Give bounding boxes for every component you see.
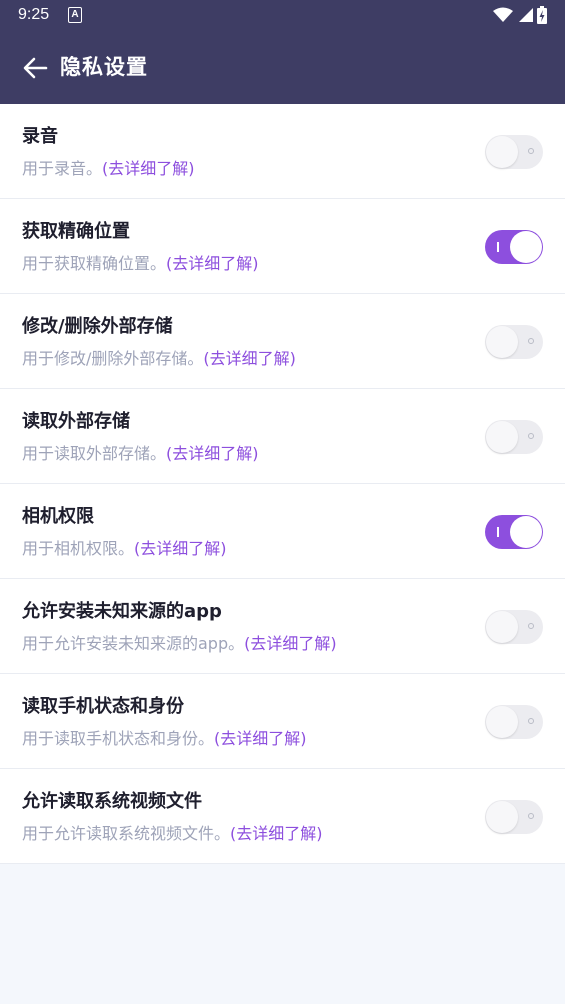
toggle-off-mark <box>528 433 534 439</box>
permission-row: 读取外部存储用于读取外部存储。(去详细了解) <box>0 389 565 484</box>
learn-more-link[interactable]: (去详细了解) <box>166 254 259 273</box>
permission-toggle[interactable] <box>485 705 543 739</box>
toggle-off-mark <box>528 148 534 154</box>
toggle-knob <box>510 516 542 548</box>
permission-description: 用于允许读取系统视频文件。(去详细了解) <box>22 822 323 846</box>
permission-description: 用于录音。(去详细了解) <box>22 157 195 181</box>
permission-title: 相机权限 <box>22 506 94 527</box>
permission-title: 读取手机状态和身份 <box>22 696 184 717</box>
permission-description: 用于读取手机状态和身份。(去详细了解) <box>22 727 307 751</box>
learn-more-link[interactable]: (去详细了解) <box>102 159 195 178</box>
learn-more-link[interactable]: (去详细了解) <box>134 539 227 558</box>
permission-row: 允许安装未知来源的app 用于允许安装未知来源的app。(去详细了解) <box>0 579 565 674</box>
toggle-knob <box>486 136 518 168</box>
notification-a-icon: A <box>68 7 82 23</box>
toggle-off-mark <box>528 338 534 344</box>
permission-description: 用于获取精确位置。(去详细了解) <box>22 252 259 276</box>
wifi-icon <box>493 7 513 22</box>
learn-more-link[interactable]: (去详细了解) <box>244 634 337 653</box>
permission-description-text: 用于读取外部存储。 <box>22 444 167 463</box>
toggle-knob <box>486 611 518 643</box>
learn-more-link[interactable]: (去详细了解) <box>203 349 296 368</box>
toggle-knob <box>510 231 542 263</box>
toggle-knob <box>486 421 518 453</box>
permission-list: 录音 用于录音。(去详细了解) 获取精确位置 用于获取精确位置。(去详细了解) 修改/删… <box>0 104 565 864</box>
permission-description-text: 用于修改/删除外部存储。 <box>22 349 204 368</box>
permission-toggle[interactable] <box>485 325 543 359</box>
permission-description-text: 用于相机权限。 <box>22 539 135 558</box>
status-time: 9:25 <box>18 6 50 23</box>
permission-row: 录音用于录音。(去详细了解) <box>0 104 565 199</box>
permission-toggle[interactable] <box>485 135 543 169</box>
signal-icon <box>519 8 533 22</box>
toggle-knob <box>486 801 518 833</box>
toggle-knob <box>486 706 518 738</box>
page-title: 隐私设置 <box>60 55 148 79</box>
battery-icon <box>537 6 547 24</box>
permission-description: 用于修改/删除外部存储。(去详细了解) <box>22 347 296 371</box>
permission-row: 读取手机状态和身份用于读取手机状态和身份。(去详细了解) <box>0 674 565 769</box>
toggle-off-mark <box>528 813 534 819</box>
permission-title: 获取精确位置 <box>22 221 130 242</box>
permission-description: 用于读取外部存储。(去详细了解) <box>22 442 259 466</box>
permission-description: 用于允许安装未知来源的app。(去详细了解) <box>22 632 337 656</box>
permission-toggle[interactable] <box>485 515 543 549</box>
permission-row: 相机权限用于相机权限。(去详细了解) <box>0 484 565 579</box>
learn-more-link[interactable]: (去详细了解) <box>214 729 307 748</box>
toggle-on-mark <box>497 242 499 252</box>
permission-row: 获取精确位置用于获取精确位置。(去详细了解) <box>0 199 565 294</box>
permission-description-text: 用于读取手机状态和身份。 <box>22 729 215 748</box>
permission-description: 用于相机权限。(去详细了解) <box>22 537 227 561</box>
permission-title: 允许安装未知来源的app <box>22 601 222 622</box>
permission-title: 修改/删除外部存储 <box>22 316 173 337</box>
learn-more-link[interactable]: (去详细了解) <box>166 444 259 463</box>
permission-toggle[interactable] <box>485 420 543 454</box>
app-bar: 隐私设置 <box>0 32 565 104</box>
permission-toggle[interactable] <box>485 230 543 264</box>
permission-description-text: 用于允许读取系统视频文件。 <box>22 824 231 843</box>
toggle-off-mark <box>528 623 534 629</box>
toggle-on-mark <box>497 527 499 537</box>
permission-description-text: 用于允许安装未知来源的app。 <box>22 634 245 653</box>
permission-description-text: 用于录音。 <box>22 159 103 178</box>
permission-row: 修改/删除外部存储用于修改/删除外部存储。(去详细了解) <box>0 294 565 389</box>
toggle-knob <box>486 326 518 358</box>
arrow-left-icon[interactable] <box>22 56 48 80</box>
permission-title: 允许读取系统视频文件 <box>22 791 202 812</box>
status-icons <box>493 6 547 24</box>
toggle-off-mark <box>528 718 534 724</box>
permission-toggle[interactable] <box>485 610 543 644</box>
permission-title: 读取外部存储 <box>22 411 130 432</box>
status-bar: 9:25 A <box>0 0 565 32</box>
permission-description-text: 用于获取精确位置。 <box>22 254 167 273</box>
learn-more-link[interactable]: (去详细了解) <box>230 824 323 843</box>
permission-toggle[interactable] <box>485 800 543 834</box>
permission-title: 录音 <box>22 126 58 147</box>
permission-row: 允许读取系统视频文件用于允许读取系统视频文件。(去详细了解) <box>0 769 565 864</box>
